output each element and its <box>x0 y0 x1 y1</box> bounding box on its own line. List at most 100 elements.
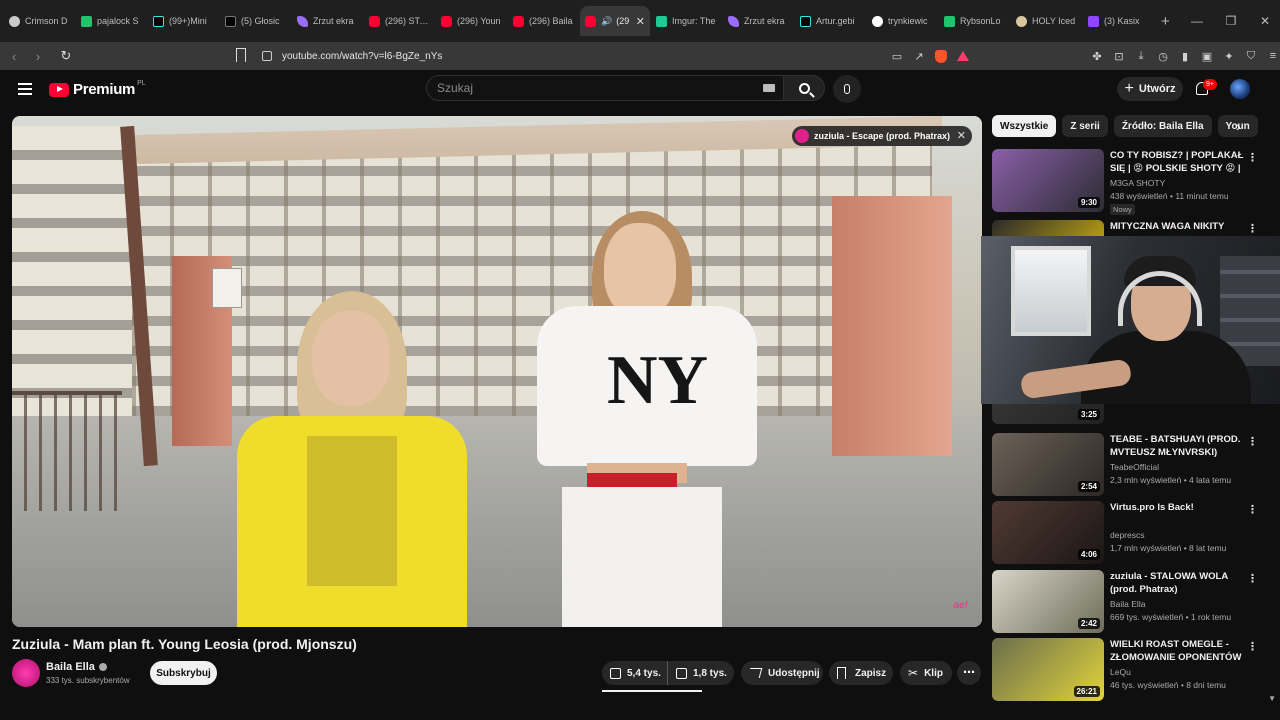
browser-tab[interactable]: pajalock S <box>76 6 147 36</box>
video-thumbnail[interactable]: 2:42 <box>992 570 1104 633</box>
keyboard-icon[interactable] <box>763 84 775 92</box>
video-title[interactable]: Virtus.pro Is Back! <box>1110 501 1245 514</box>
video-channel[interactable]: M3GA SHOTY <box>1110 178 1165 188</box>
bookmark-icon[interactable] <box>236 48 246 62</box>
dislike-button[interactable]: 1,8 tys. <box>668 661 727 685</box>
site-settings-icon[interactable] <box>262 51 272 61</box>
video-duration: 26:21 <box>1073 686 1100 697</box>
reload-icon[interactable]: ↻ <box>56 48 76 64</box>
video-thumbnail[interactable]: 4:06 <box>992 501 1104 564</box>
browser-tab[interactable]: HOLY Iced <box>1011 6 1082 36</box>
vpn-icon[interactable]: ⛉ <box>1240 46 1262 66</box>
browser-tab[interactable]: (296) STAN <box>364 6 435 36</box>
recommended-video[interactable]: 2:42 zuziula - STALOWA WOLA (prod. Phatra… <box>992 570 1267 633</box>
create-button[interactable]: + Utwórz <box>1117 77 1183 101</box>
account-avatar[interactable] <box>1230 79 1250 99</box>
video-thumbnail[interactable]: 2:54 <box>992 433 1104 496</box>
channel-avatar[interactable] <box>12 659 40 687</box>
subscribe-button[interactable]: Subskrybuj <box>150 661 217 685</box>
recommended-video[interactable]: 26:21 WIELKI ROAST OMEGLE - ZŁOMOWANIE OP… <box>992 638 1267 701</box>
close-tab-icon[interactable]: ✕ <box>636 15 645 28</box>
sidebar-icon[interactable]: ▮ <box>1174 46 1196 66</box>
url-field[interactable]: youtube.com/watch?v=l6-BgZe_nYs <box>262 46 982 66</box>
video-thumbnail[interactable]: 26:21 <box>992 638 1104 701</box>
video-channel[interactable]: LeQu <box>1110 667 1131 677</box>
more-options-icon[interactable]: ⋮ <box>1247 572 1258 585</box>
video-title[interactable]: TEABE - BATSHUAYI (PROD. MVTEUSZ MŁYNVRS… <box>1110 433 1245 459</box>
brave-shields-icon[interactable] <box>930 46 952 66</box>
download-icon[interactable]: ⤓ <box>1130 46 1152 66</box>
browser-tab[interactable]: Crimson D <box>4 6 75 36</box>
maximize-icon[interactable]: ❐ <box>1214 14 1248 28</box>
menu-icon[interactable]: ≡ <box>1262 46 1280 66</box>
video-title[interactable]: zuziula - STALOWA WOLA (prod. Phatrax) <box>1110 570 1245 596</box>
video-thumbnail[interactable]: 9:30 <box>992 149 1104 212</box>
wallet-icon[interactable]: ▣ <box>1196 46 1218 66</box>
browser-tab[interactable]: (99+)Mini <box>148 6 219 36</box>
cast-icon[interactable]: ▭ <box>886 46 908 66</box>
browser-tab[interactable]: trynkiewic <box>867 6 938 36</box>
filter-chip[interactable]: Źródło: Baila Ella <box>1113 115 1212 137</box>
search-button[interactable] <box>783 75 825 101</box>
filter-chip[interactable]: Wszystkie <box>992 115 1057 137</box>
verified-icon <box>98 663 107 671</box>
video-frame-person-yellow <box>237 291 467 627</box>
close-window-icon[interactable]: ✕ <box>1248 14 1280 28</box>
share-page-icon[interactable]: ↗ <box>908 46 930 66</box>
video-channel[interactable]: deprescs <box>1110 530 1145 540</box>
browser-tab[interactable]: 🔊 (29 ✕ <box>580 6 650 36</box>
video-player[interactable]: NY zuziula - Escape (prod. Phatrax) ✕ ae… <box>12 116 982 627</box>
recommended-video[interactable]: 2:54 TEABE - BATSHUAYI (PROD. MVTEUSZ MŁY… <box>992 433 1267 496</box>
browser-tab[interactable]: Zrzut ekra <box>292 6 363 36</box>
video-title[interactable]: MITYCZNA WAGA NIKITY <box>1110 220 1245 233</box>
browser-tab[interactable]: Artur.gebi <box>795 6 866 36</box>
browser-tab[interactable]: Imgur: The <box>651 6 722 36</box>
window-controls: — ❐ ✕ <box>1180 0 1280 42</box>
browser-tab[interactable]: (5) Głosic <box>220 6 291 36</box>
video-channel[interactable]: Baila Ella <box>1110 599 1145 609</box>
recommended-video[interactable]: 4:06 Virtus.pro Is Back! deprescs 1,7 mln w… <box>992 501 1267 564</box>
back-icon[interactable]: ‹ <box>4 49 24 64</box>
more-options-icon[interactable]: ⋮ <box>1247 435 1258 448</box>
forward-icon[interactable]: › <box>28 49 48 64</box>
new-tab-icon[interactable]: + <box>1161 13 1181 30</box>
now-playing-card[interactable]: zuziula - Escape (prod. Phatrax) ✕ <box>791 126 972 146</box>
like-button[interactable]: 5,4 tys. <box>602 661 668 685</box>
filter-chip[interactable]: Z serii <box>1062 115 1108 137</box>
more-options-icon[interactable]: ⋮ <box>1247 222 1258 235</box>
search-input[interactable] <box>437 81 737 95</box>
browser-tab[interactable]: Zrzut ekra <box>723 6 794 36</box>
more-options-icon[interactable]: ⋮ <box>1247 151 1258 164</box>
chevron-right-icon[interactable]: › <box>1236 118 1241 134</box>
scroll-down-icon[interactable]: ▼ <box>1268 694 1276 703</box>
more-actions-button[interactable]: ⋯ <box>957 661 981 685</box>
browser-tab[interactable]: (296) Youn <box>436 6 507 36</box>
hamburger-menu-icon[interactable] <box>18 83 32 95</box>
screenshot-icon[interactable]: ⊡ <box>1108 46 1130 66</box>
close-icon[interactable]: ✕ <box>957 129 966 142</box>
channel-name[interactable]: Baila Ella <box>46 661 107 673</box>
speaker-icon[interactable]: 🔊 <box>601 16 612 27</box>
browser-tab[interactable]: RybsonLo <box>939 6 1010 36</box>
clip-button[interactable]: ✂ Klip <box>900 661 952 685</box>
now-playing-thumbnail <box>794 129 809 143</box>
browser-tab[interactable]: (3) Kasix <box>1083 6 1154 36</box>
youtube-premium-logo[interactable]: Premium PL <box>49 80 146 98</box>
address-actions: ▭ ↗ <box>886 46 974 66</box>
video-title[interactable]: CO TY ROBISZ? | POPLAKAŁ SIĘ | 😡 POLSKIE… <box>1110 149 1245 175</box>
share-button[interactable]: Udostępnij <box>741 661 823 685</box>
more-options-icon[interactable]: ⋮ <box>1247 503 1258 516</box>
save-button[interactable]: Zapisz <box>829 661 893 685</box>
voice-search-button[interactable] <box>833 75 861 103</box>
tab-label: (296) STAN <box>385 16 430 26</box>
video-channel[interactable]: TeabeOfficial <box>1110 462 1159 472</box>
browser-tab[interactable]: (296) Baila <box>508 6 579 36</box>
recommended-video[interactable]: 9:30 CO TY ROBISZ? | POPLAKAŁ SIĘ | 😡 POL… <box>992 149 1267 215</box>
history-icon[interactable]: ◷ <box>1152 46 1174 66</box>
video-title[interactable]: WIELKI ROAST OMEGLE - ZŁOMOWANIE OPONENT… <box>1110 638 1245 664</box>
more-options-icon[interactable]: ⋮ <box>1247 640 1258 653</box>
minimize-icon[interactable]: — <box>1180 14 1214 28</box>
brave-rewards-icon[interactable] <box>952 46 974 66</box>
extensions-icon[interactable]: ✤ <box>1086 46 1108 66</box>
leo-icon[interactable]: ✦ <box>1218 46 1240 66</box>
